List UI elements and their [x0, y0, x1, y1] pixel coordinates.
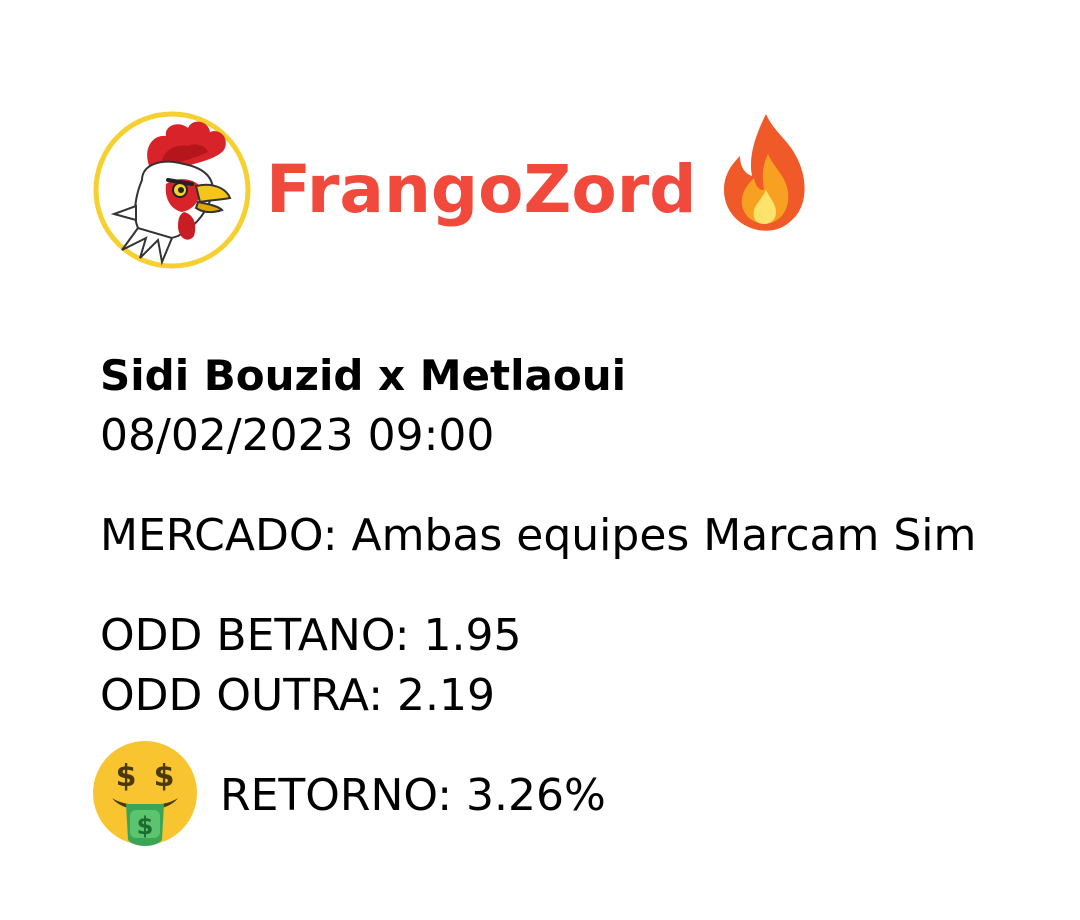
- svg-text:$: $: [116, 759, 137, 794]
- brand-name: FrangoZord: [266, 151, 697, 228]
- odd-betano: ODD BETANO: 1.95: [100, 610, 522, 661]
- money-mouth-face-icon: $ $ $: [90, 740, 200, 850]
- fire-icon: [718, 110, 814, 234]
- svg-text:$: $: [154, 759, 175, 794]
- market-text: MERCADO: Ambas equipes Marcam Sim: [100, 510, 977, 561]
- rooster-logo-icon: [92, 110, 252, 270]
- match-title: Sidi Bouzid x Metlaoui: [100, 351, 626, 400]
- odd-outra: ODD OUTRA: 2.19: [100, 670, 495, 721]
- match-datetime: 08/02/2023 09:00: [100, 410, 495, 461]
- svg-text:$: $: [137, 812, 154, 840]
- return-text: RETORNO: 3.26%: [220, 770, 606, 821]
